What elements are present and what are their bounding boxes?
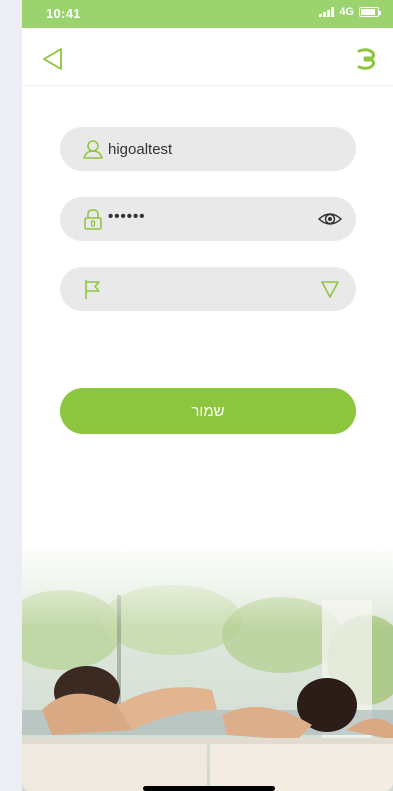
lock-icon <box>84 209 102 230</box>
signal-icon <box>319 7 335 17</box>
username-field[interactable]: higoaltest <box>60 127 356 171</box>
password-field[interactable]: •••••• <box>60 197 356 241</box>
password-value: •••••• <box>108 208 146 225</box>
network-label: 4G <box>339 6 354 18</box>
battery-icon <box>359 7 381 17</box>
back-button[interactable] <box>40 46 66 72</box>
app-screen: 10:41 4G higoaltest •••••• שמור <box>22 0 393 791</box>
flag-icon <box>85 280 100 299</box>
triangle-down-icon[interactable] <box>318 278 342 300</box>
country-select[interactable] <box>60 267 356 311</box>
eye-icon[interactable] <box>318 208 342 230</box>
save-button[interactable]: שמור <box>60 388 356 434</box>
back-triangle-icon <box>43 48 62 70</box>
user-icon <box>83 140 103 159</box>
couple-on-sofa-photo <box>22 540 393 791</box>
status-indicators: 4G <box>319 6 381 18</box>
home-indicator[interactable] <box>143 786 275 791</box>
brand-logo-icon <box>353 46 379 72</box>
nav-bar <box>22 28 393 86</box>
username-value: higoaltest <box>108 141 173 158</box>
status-time: 10:41 <box>46 6 81 21</box>
status-bar: 10:41 4G <box>22 0 393 28</box>
